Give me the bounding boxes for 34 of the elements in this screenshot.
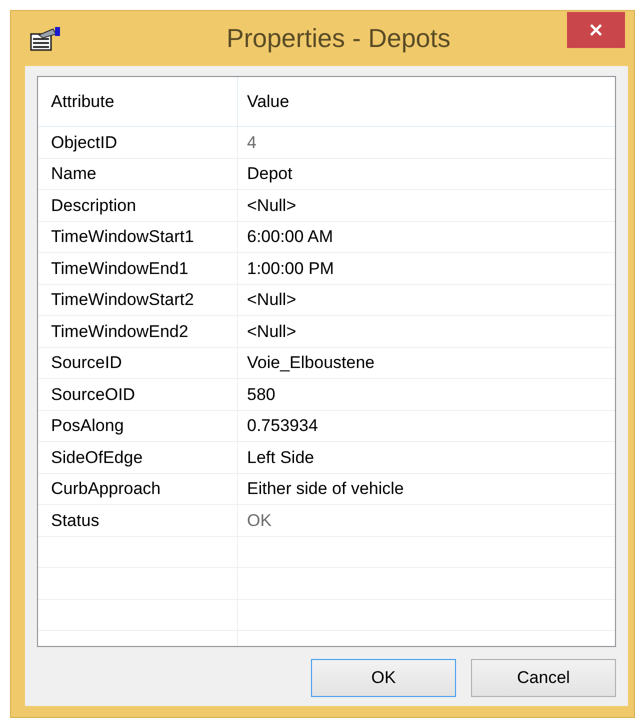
attribute-cell: TimeWindowStart2 [38,284,238,315]
value-cell[interactable]: Either side of vehicle [238,474,615,504]
attribute-cell: SourceOID [38,379,238,410]
attribute-cell: TimeWindowEnd1 [38,253,238,284]
value-cell[interactable]: Voie_Elboustene [238,348,615,378]
value-cell[interactable]: 4 [238,127,615,158]
value-cell[interactable]: <Null> [238,284,615,315]
attribute-cell: PosAlong [38,410,238,441]
value-cell[interactable]: 6:00:00 AM [238,222,615,252]
value-cell[interactable]: Left Side [238,442,615,472]
attribute-cell: SourceID [38,348,238,378]
value-cell[interactable]: 580 [238,379,615,410]
dialog-button[interactable]: OK [311,659,456,697]
value-cell[interactable]: OK [238,505,615,536]
value-cell[interactable]: 0.753934 [238,410,615,441]
dialog-button[interactable]: Cancel [471,659,616,697]
window-title: Properties - Depots [226,22,450,55]
column-header[interactable]: Value [238,77,615,126]
value-cell[interactable]: <Null> [238,316,615,346]
properties-icon [29,26,63,52]
attribute-cell: CurbApproach [38,474,238,504]
column-header[interactable]: Attribute [38,77,238,126]
attribute-cell: TimeWindowEnd2 [38,316,238,346]
attribute-cell: TimeWindowStart1 [38,222,238,252]
attribute-cell: Description [38,190,238,220]
value-cell[interactable]: 1:00:00 PM [238,253,615,284]
attribute-cell: Name [38,158,238,189]
close-button[interactable] [567,12,625,48]
value-cell[interactable]: Depot [238,158,615,189]
attribute-cell: SideOfEdge [38,442,238,472]
close-icon [589,23,603,37]
attribute-cell: ObjectID [38,127,238,158]
value-cell[interactable]: <Null> [238,190,615,220]
attribute-cell: Status [38,505,238,536]
